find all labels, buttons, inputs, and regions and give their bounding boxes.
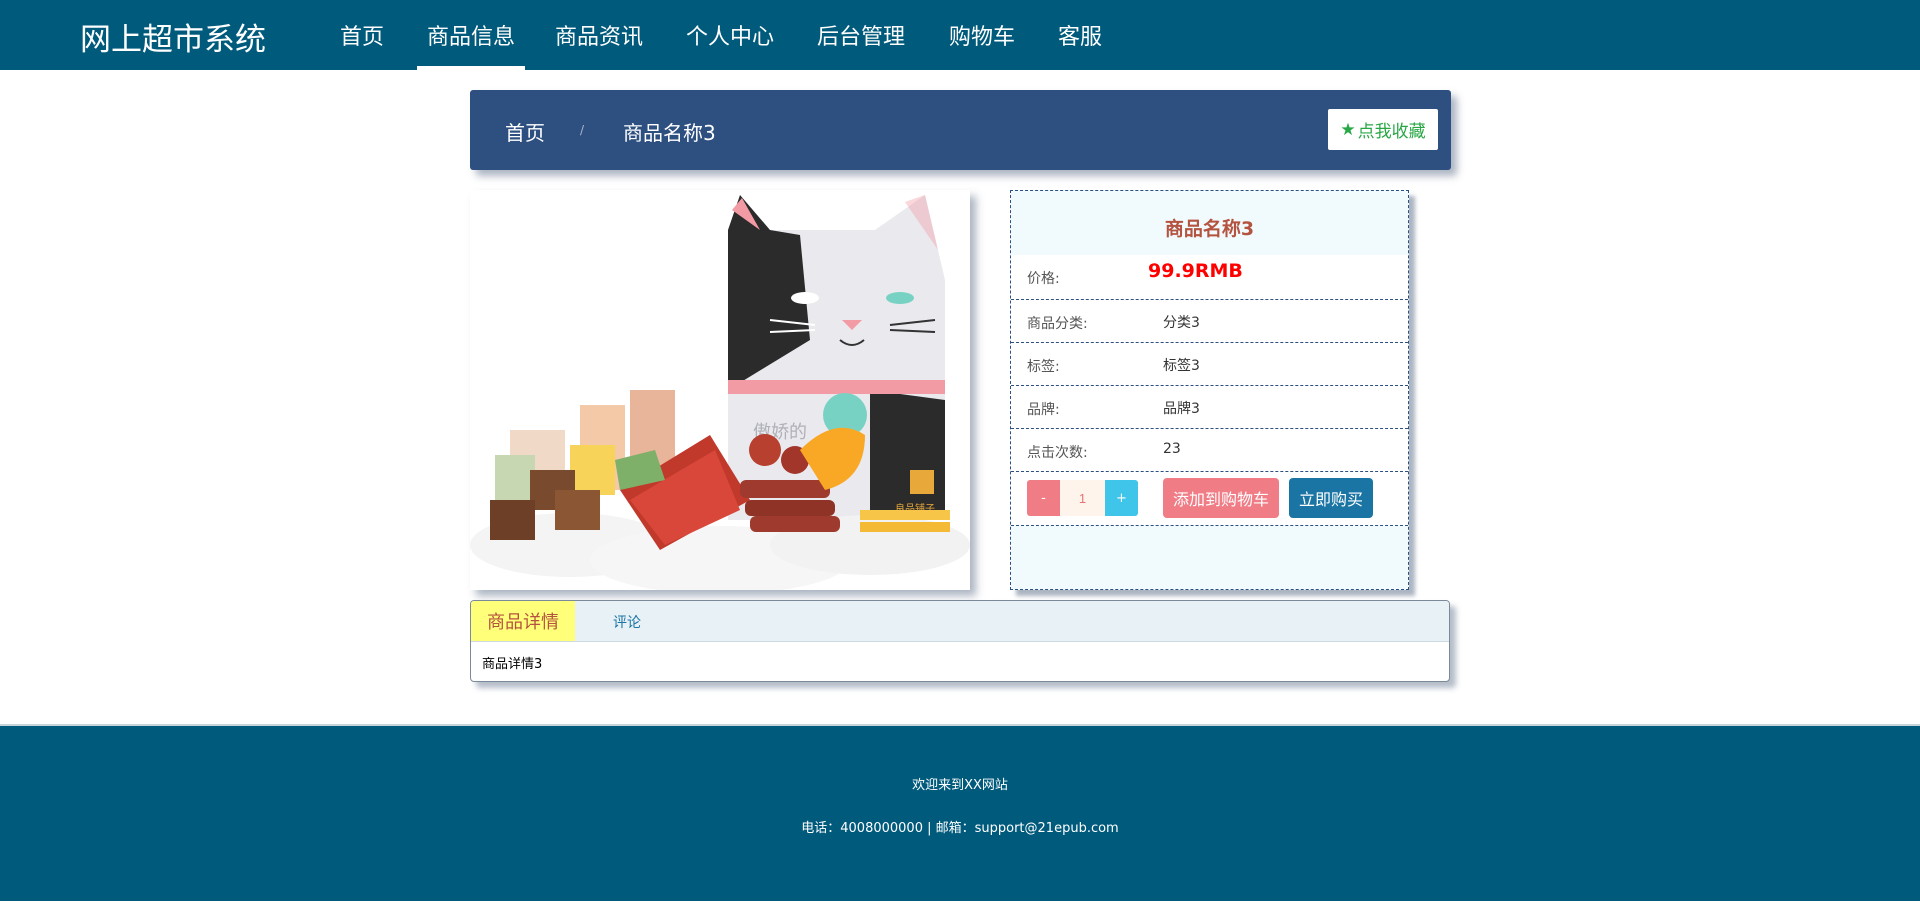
category-value: 分类3 <box>1163 315 1200 331</box>
buy-now-button[interactable]: 立即购买 <box>1289 478 1373 518</box>
nav-home[interactable]: 首页 <box>340 19 384 51</box>
site-brand[interactable]: 网上超市系统 <box>80 14 266 59</box>
footer: 欢迎来到XX网站 电话：4008000000 | 邮箱：support@21ep… <box>0 724 1920 901</box>
brand-row: 品牌: 品牌3 <box>1011 386 1408 429</box>
product-illustration: 傲娇的 良品铺子 <box>470 190 970 590</box>
nav-active-indicator <box>417 66 525 70</box>
add-to-cart-button[interactable]: 添加到购物车 <box>1163 478 1279 518</box>
nav-cart[interactable]: 购物车 <box>949 19 1015 51</box>
nav-admin[interactable]: 后台管理 <box>817 19 905 51</box>
category-label: 商品分类: <box>1027 316 1088 332</box>
nav-personal-center[interactable]: 个人中心 <box>686 19 774 51</box>
tab-product-detail[interactable]: 商品详情 <box>471 601 575 641</box>
top-navbar: 网上超市系统 首页 商品信息 商品资讯 个人中心 后台管理 购物车 客服 <box>0 0 1920 70</box>
clicks-label: 点击次数: <box>1027 445 1088 461</box>
clicks-value: 23 <box>1163 441 1181 457</box>
product-info-panel: 商品名称3 价格: 99.9RMB 商品分类: 分类3 标签: 标签3 品牌: … <box>1010 190 1409 590</box>
nav-product-info[interactable]: 商品信息 <box>427 19 515 51</box>
purchase-row: - + 添加到购物车 立即购买 <box>1011 472 1408 526</box>
favorite-button[interactable]: ★ 点我收藏 <box>1328 109 1438 150</box>
category-row: 商品分类: 分类3 <box>1011 300 1408 343</box>
footer-welcome: 欢迎来到XX网站 <box>912 778 1008 793</box>
quantity-decrease-button[interactable]: - <box>1027 480 1060 516</box>
breadcrumb-separator: / <box>580 123 585 137</box>
price-label: 价格: <box>1027 271 1060 287</box>
product-title: 商品名称3 <box>1164 218 1255 240</box>
footer-contact: 电话：4008000000 | 邮箱：support@21epub.com <box>801 821 1119 836</box>
brand-value: 品牌3 <box>1163 401 1200 417</box>
breadcrumb: 首页 / 商品名称3 ★ 点我收藏 <box>470 90 1451 170</box>
brand-label: 品牌: <box>1027 402 1060 418</box>
tab-comments[interactable]: 评论 <box>613 612 641 632</box>
tag-value: 标签3 <box>1163 358 1200 374</box>
price-row: 价格: 99.9RMB <box>1011 255 1408 300</box>
clicks-row: 点击次数: 23 <box>1011 429 1408 472</box>
quantity-input[interactable] <box>1060 480 1105 516</box>
favorite-label: 点我收藏 <box>1357 122 1426 142</box>
tag-row: 标签: 标签3 <box>1011 343 1408 386</box>
tag-label: 标签: <box>1027 359 1060 375</box>
price-value: 99.9RMB <box>1148 260 1243 282</box>
nav-product-news[interactable]: 商品资讯 <box>555 19 643 51</box>
breadcrumb-current: 商品名称3 <box>623 121 716 145</box>
nav-customer-service[interactable]: 客服 <box>1058 19 1102 51</box>
star-icon: ★ <box>1340 119 1356 140</box>
breadcrumb-home[interactable]: 首页 <box>505 117 545 146</box>
product-detail-content: 商品详情3 <box>482 657 543 672</box>
quantity-increase-button[interactable]: + <box>1105 480 1138 516</box>
product-image: 傲娇的 良品铺子 <box>470 190 970 590</box>
tab-bar: 商品详情 评论 <box>471 601 1449 642</box>
detail-tabs: 商品详情 评论 商品详情3 <box>470 600 1450 682</box>
